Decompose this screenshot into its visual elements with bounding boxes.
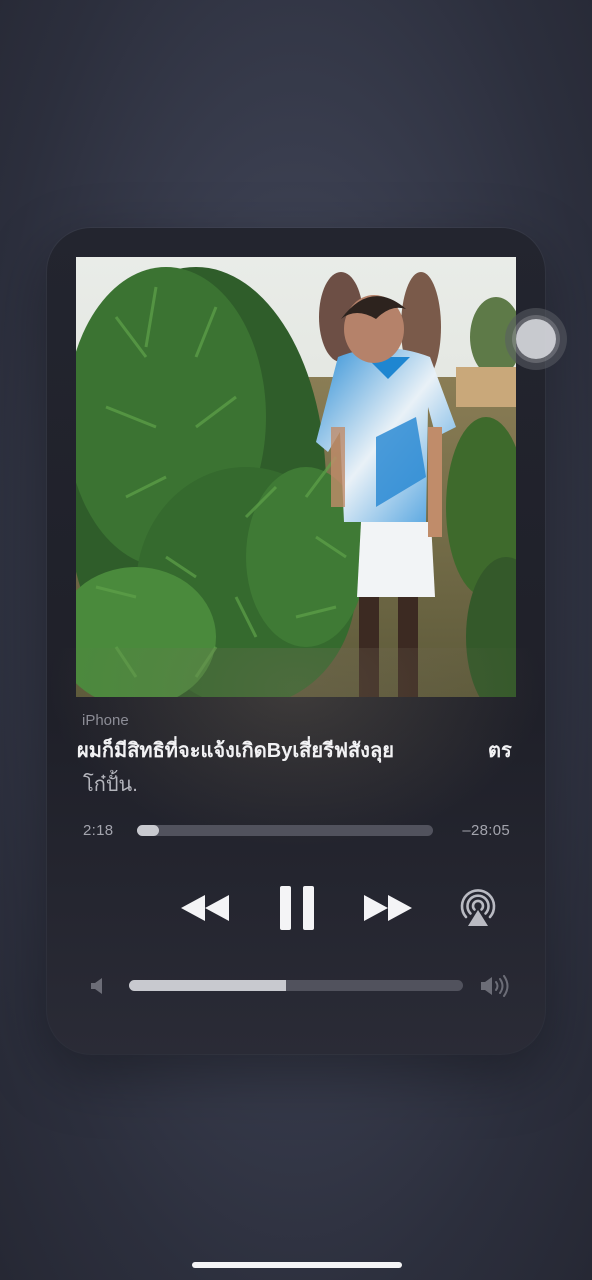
song-title-text: ผมก็มีสิทธิที่จะแจ้งเกิดByเสี่ยรีฟสังลุย: [77, 740, 394, 762]
remaining-time: –28:05: [462, 822, 510, 839]
song-title-scroll-text: ตร: [488, 740, 512, 762]
rewind-icon: [181, 895, 229, 921]
album-artwork[interactable]: [76, 257, 516, 697]
pause-button[interactable]: [272, 882, 322, 934]
now-playing-card: iPhone ผมก็มีสิทธิที่จะแจ้งเกิดByเสี่ยรี…: [47, 228, 545, 1054]
fast-forward-button[interactable]: [360, 888, 416, 928]
scrubber-progress: [137, 825, 160, 836]
volume-slider[interactable]: [129, 980, 463, 991]
playback-source-label: iPhone: [82, 712, 129, 729]
airplay-button[interactable]: [455, 886, 501, 930]
volume-level: [129, 980, 286, 991]
playback-scrubber[interactable]: [137, 825, 433, 836]
volume-min-button[interactable]: [87, 976, 107, 996]
pause-icon: [280, 886, 314, 930]
artist-name[interactable]: โก๋ปั้น.: [83, 768, 138, 800]
assistive-touch-icon: [516, 319, 556, 359]
speaker-low-icon: [91, 978, 102, 994]
song-title[interactable]: ผมก็มีสิทธิที่จะแจ้งเกิดByเสี่ยรีฟสังลุย…: [77, 734, 517, 766]
elapsed-time: 2:18: [83, 822, 114, 839]
home-indicator[interactable]: [192, 1262, 402, 1268]
fast-forward-icon: [364, 895, 412, 921]
rewind-button[interactable]: [177, 888, 233, 928]
assistive-touch-button[interactable]: [505, 308, 567, 370]
artwork-image: [76, 257, 516, 697]
airplay-icon: [460, 889, 496, 926]
speaker-high-icon: [481, 975, 509, 997]
volume-max-button[interactable]: [477, 974, 513, 998]
